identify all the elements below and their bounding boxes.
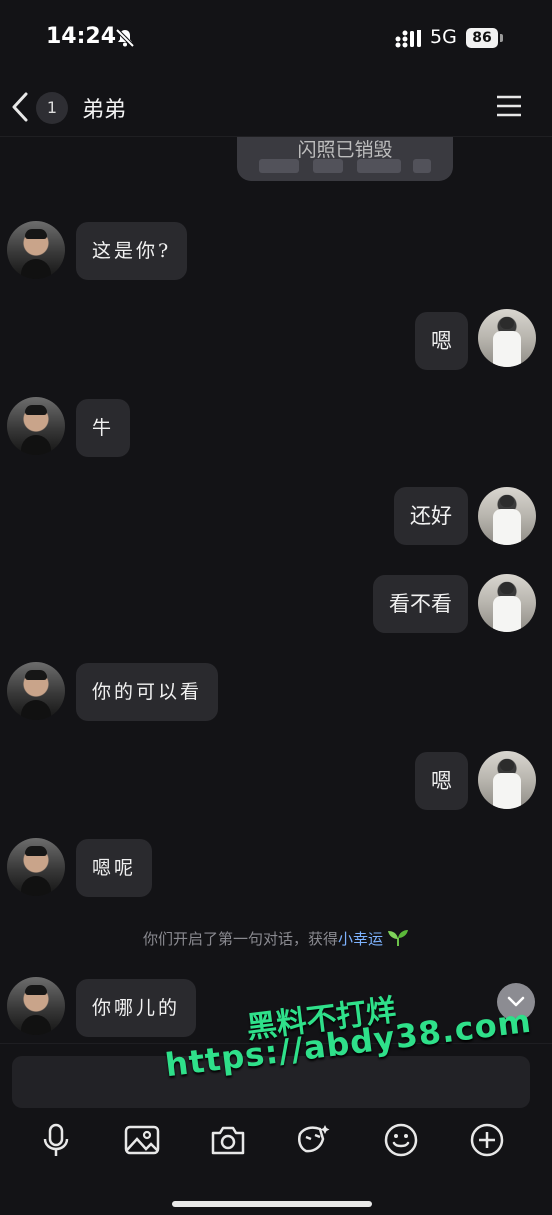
plus-icon[interactable] (469, 1122, 505, 1158)
system-notice: 你们开启了第一句对话，获得小幸运 (0, 928, 552, 951)
emoji-icon[interactable] (383, 1122, 419, 1158)
blurred-text (259, 159, 299, 173)
message-list[interactable]: 闪照已销毁 这是你? 嗯 牛 还好 看不看 你的可以看 嗯 嗯呢 你们开启了第一… (0, 137, 552, 1043)
sticker-icon[interactable] (296, 1122, 332, 1158)
contact-avatar[interactable] (7, 977, 65, 1035)
message-bubble-incoming[interactable]: 嗯呢 (76, 839, 153, 897)
battery-indicator: 86 (466, 28, 503, 48)
message-bubble-outgoing[interactable]: 嗯 (415, 312, 468, 370)
flash-photo-destroyed-card[interactable]: 闪照已销毁 (237, 137, 453, 181)
status-bar: 14:24 5G 86 (0, 0, 552, 78)
system-notice-text: 你们开启了第一句对话，获得 (142, 930, 338, 948)
back-chevron-icon[interactable] (8, 90, 32, 128)
contact-avatar[interactable] (7, 397, 65, 455)
message-bubble-outgoing[interactable]: 还好 (394, 487, 468, 545)
message-bubble-outgoing[interactable]: 嗯 (415, 752, 468, 810)
contact-avatar[interactable] (7, 838, 65, 896)
bell-muted-icon (114, 27, 136, 53)
camera-icon[interactable] (210, 1122, 246, 1158)
blurred-text (357, 159, 401, 173)
message-input[interactable] (12, 1056, 530, 1108)
network-type: 5G (430, 26, 457, 48)
status-time: 14:24 (46, 24, 117, 49)
blurred-text (413, 159, 431, 173)
contact-name: 弟弟 (82, 98, 127, 123)
signal-icon (395, 28, 423, 52)
input-toolbar (0, 1122, 552, 1162)
chat-header: 1 弟弟 (0, 78, 552, 137)
lucky-link[interactable]: 小幸运 (338, 930, 383, 948)
message-bubble-incoming[interactable]: 你的可以看 (76, 663, 219, 721)
menu-icon[interactable] (496, 94, 522, 122)
message-bubble-outgoing[interactable]: 看不看 (373, 575, 468, 633)
blurred-text (313, 159, 343, 173)
contact-avatar[interactable] (7, 221, 65, 279)
input-panel (0, 1043, 552, 1215)
sprout-icon (387, 929, 409, 951)
my-avatar[interactable] (478, 309, 536, 367)
unread-count-badge[interactable]: 1 (36, 92, 68, 124)
home-indicator (172, 1201, 372, 1207)
message-bubble-incoming[interactable]: 牛 (76, 399, 131, 457)
my-avatar[interactable] (478, 487, 536, 545)
contact-avatar[interactable] (7, 662, 65, 720)
message-bubble-incoming[interactable]: 这是你? (76, 222, 188, 280)
my-avatar[interactable] (478, 751, 536, 809)
microphone-icon[interactable] (38, 1122, 74, 1158)
image-icon[interactable] (124, 1122, 160, 1158)
my-avatar[interactable] (478, 574, 536, 632)
scroll-to-bottom-button[interactable] (497, 983, 535, 1021)
message-bubble-incoming[interactable]: 你哪儿的 (76, 979, 197, 1037)
